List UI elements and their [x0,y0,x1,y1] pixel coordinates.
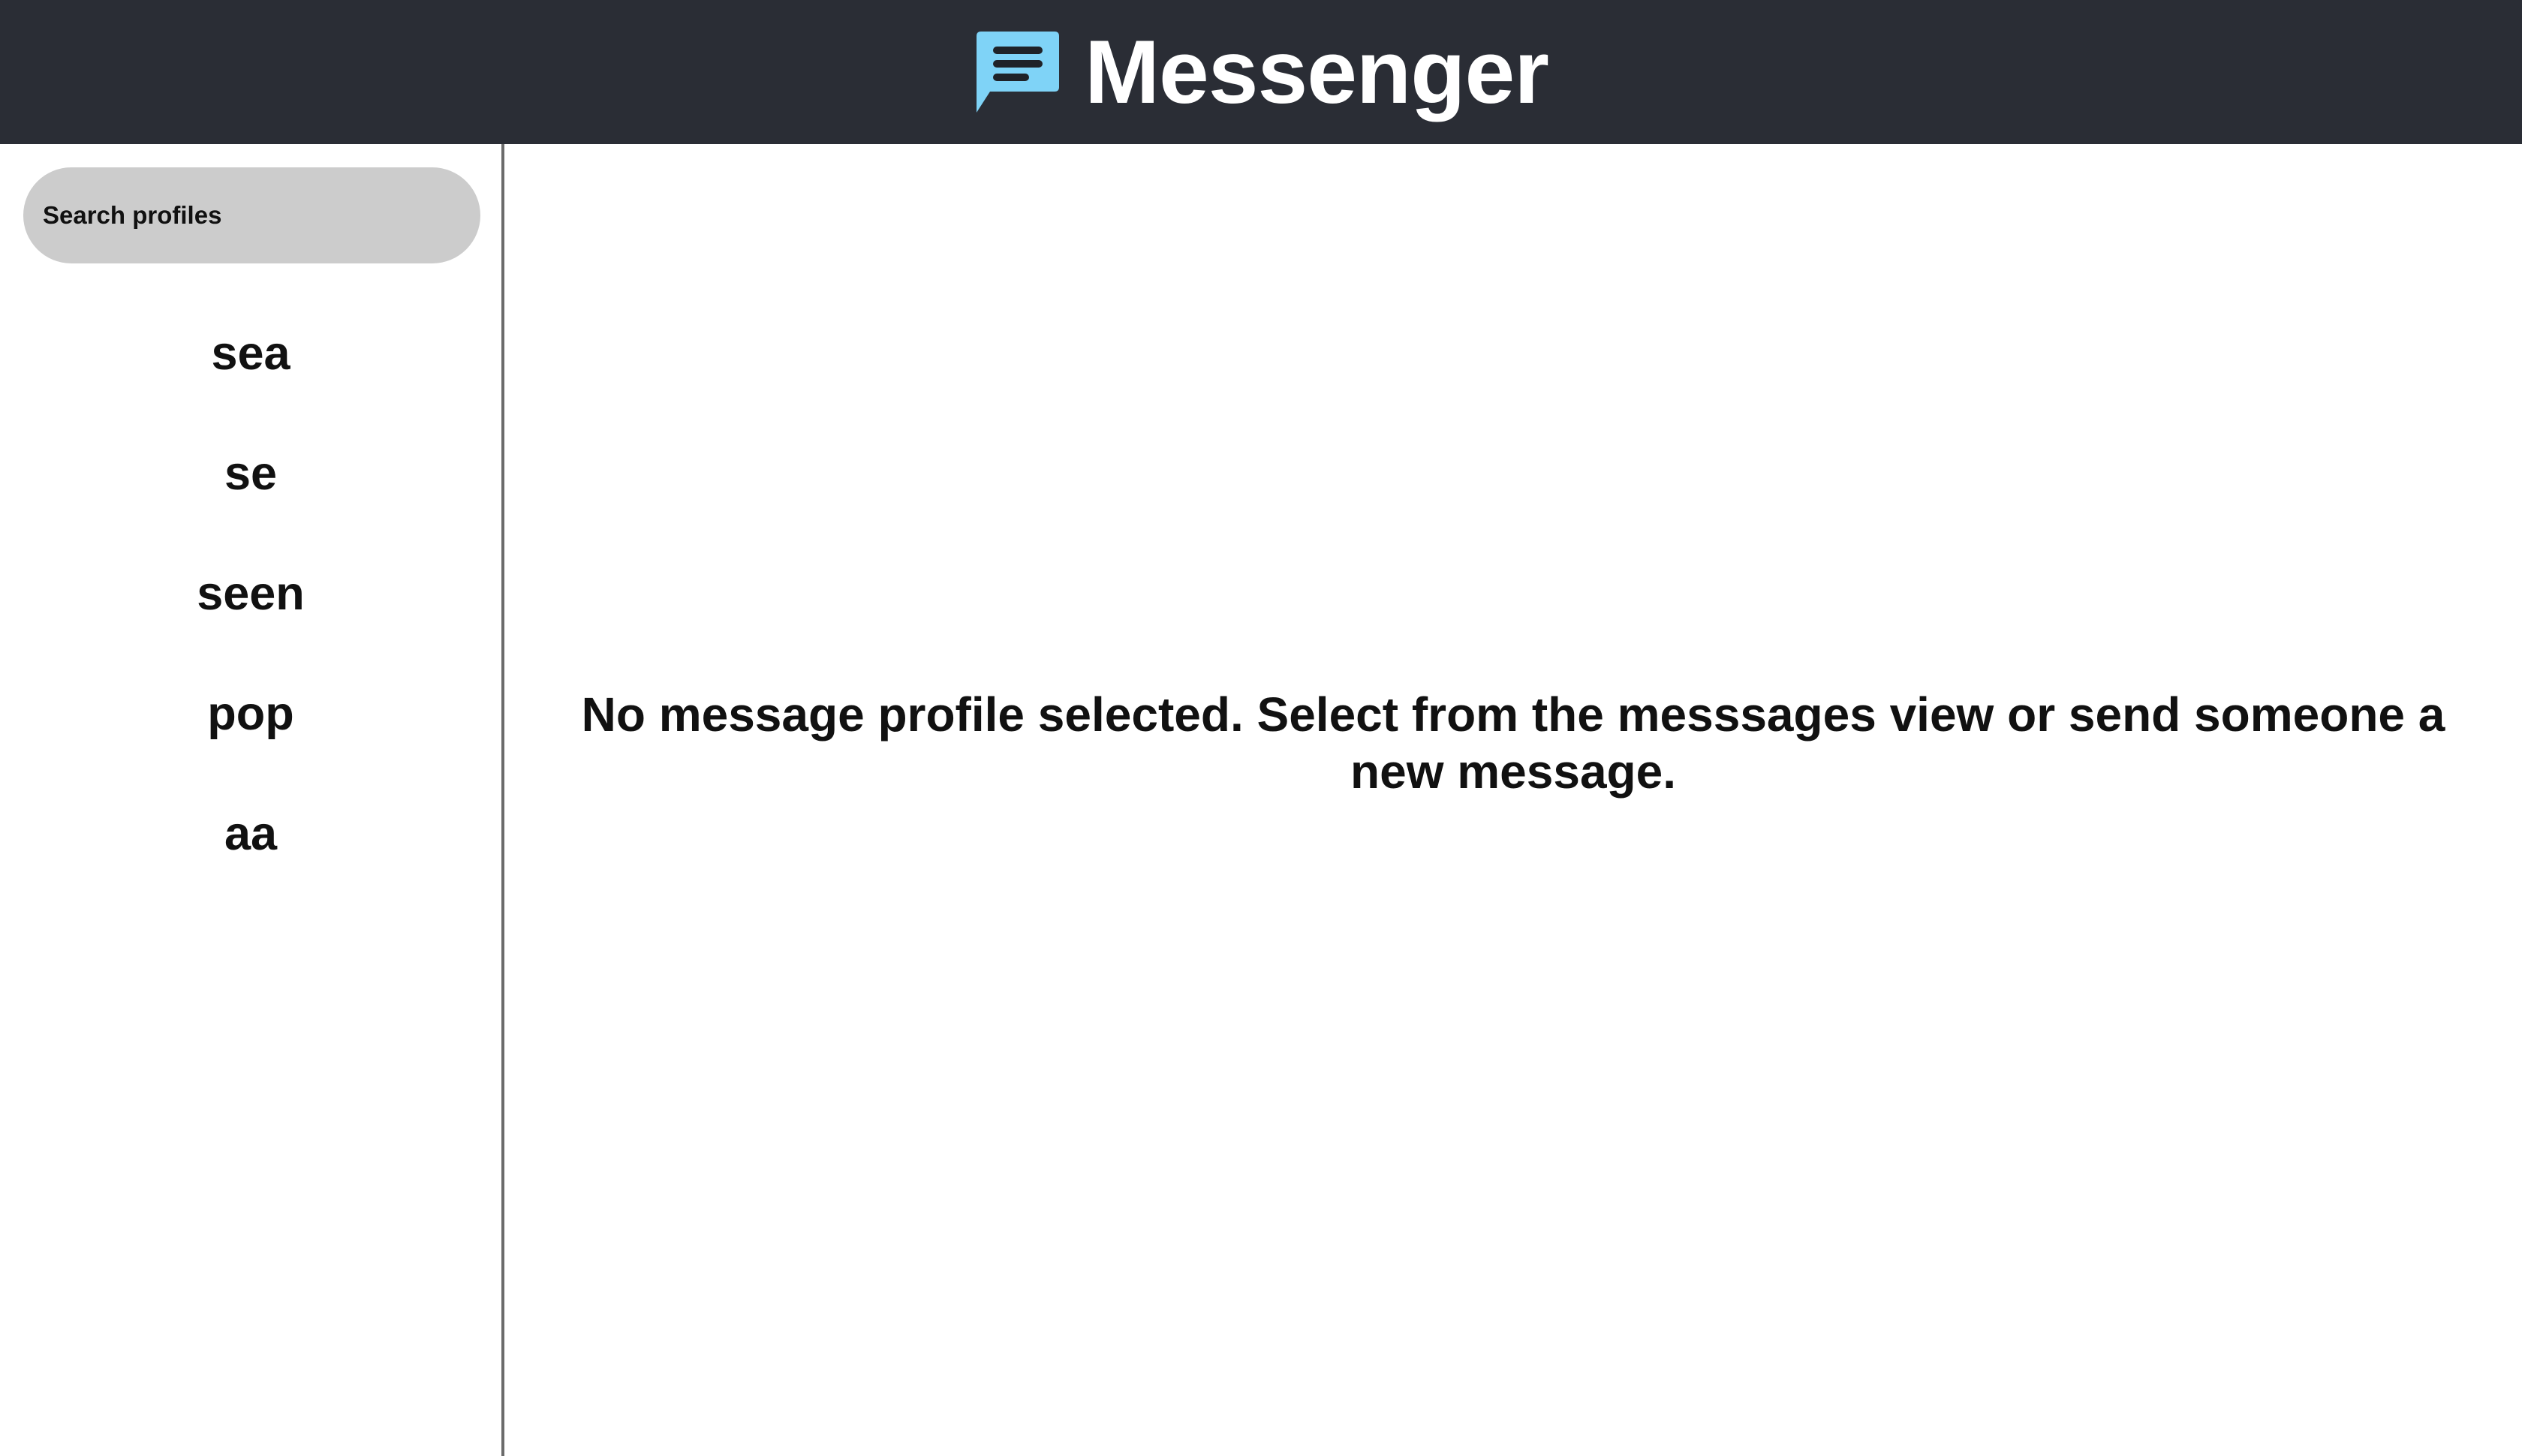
messenger-app: Messenger sea se seen pop aa No message … [0,0,2522,1456]
profile-item-aa[interactable]: aa [23,774,478,894]
top-header: Messenger [0,0,2522,144]
profile-item-se[interactable]: se [23,414,478,534]
profile-item-pop[interactable]: pop [23,654,478,774]
content-area: sea se seen pop aa No message profile se… [0,144,2522,1456]
profiles-sidebar: sea se seen pop aa [0,144,504,1456]
empty-state-message: No message profile selected. Select from… [581,687,2445,799]
brand: Messenger [974,22,1549,122]
profile-item-sea[interactable]: sea [23,293,478,414]
profile-item-seen[interactable]: seen [23,534,478,654]
profile-list: sea se seen pop aa [23,293,478,894]
search-profiles-input[interactable] [23,167,480,263]
message-view: No message profile selected. Select from… [504,144,2522,1456]
chat-bubble-icon [977,32,1060,113]
app-title: Messenger [1085,22,1549,122]
